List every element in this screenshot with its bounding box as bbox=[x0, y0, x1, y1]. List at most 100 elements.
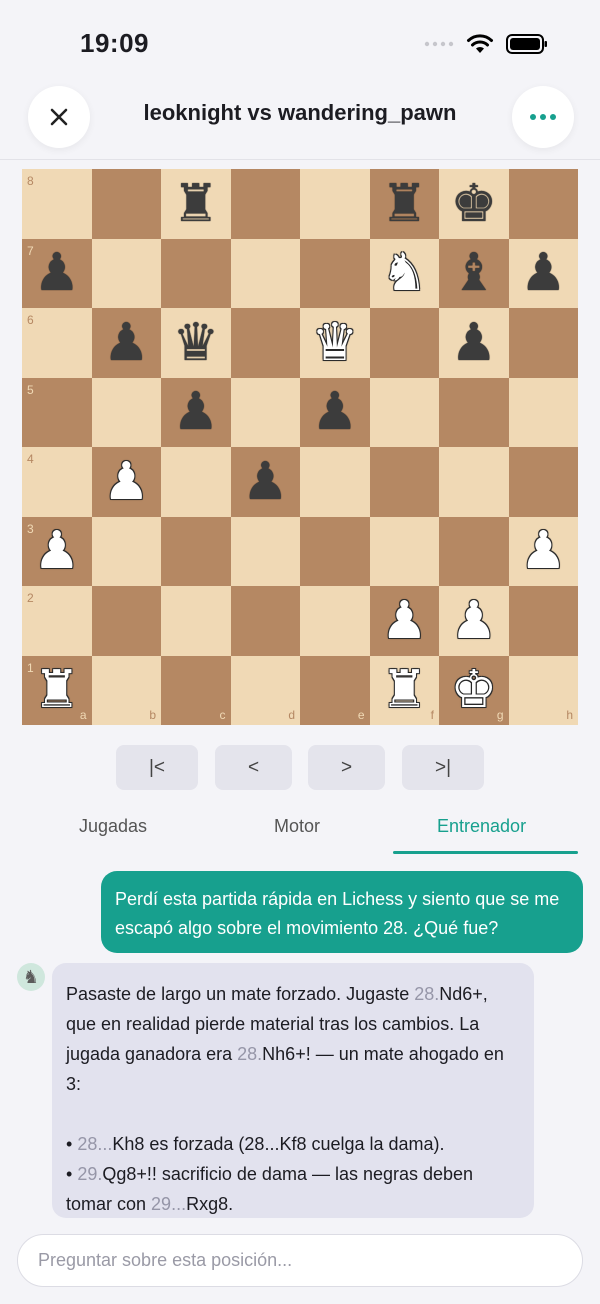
square-c5[interactable]: ♟ bbox=[161, 377, 231, 447]
square-c8[interactable]: ♜ bbox=[161, 169, 231, 239]
square-f5[interactable] bbox=[369, 377, 439, 447]
square-a3[interactable]: 3 ♟ bbox=[22, 516, 92, 586]
square-b6[interactable]: ♟ bbox=[91, 308, 161, 378]
square-a6[interactable]: 6 bbox=[22, 308, 92, 378]
square-b3[interactable] bbox=[91, 516, 161, 586]
square-d3[interactable] bbox=[230, 516, 300, 586]
square-h6[interactable] bbox=[508, 308, 578, 378]
square-e7[interactable] bbox=[300, 238, 370, 308]
square-d1[interactable]: d bbox=[230, 655, 300, 725]
more-options-button[interactable] bbox=[512, 86, 574, 148]
first-move-button[interactable]: |< bbox=[116, 745, 198, 790]
square-g6[interactable]: ♟ bbox=[439, 308, 509, 378]
previous-move-button[interactable]: < bbox=[215, 745, 292, 790]
square-e1[interactable]: e bbox=[300, 655, 370, 725]
last-move-button[interactable]: >| bbox=[402, 745, 484, 790]
square-h1[interactable]: h bbox=[508, 655, 578, 725]
square-g4[interactable] bbox=[439, 447, 509, 517]
square-h8[interactable] bbox=[508, 169, 578, 239]
black-rook-icon[interactable]: ♜ bbox=[381, 178, 428, 230]
ask-position-input[interactable] bbox=[17, 1234, 583, 1287]
square-d4[interactable]: ♟ bbox=[230, 447, 300, 517]
white-rook-icon[interactable]: ♜ bbox=[33, 664, 80, 716]
black-pawn-icon[interactable]: ♟ bbox=[450, 317, 497, 369]
square-h4[interactable] bbox=[508, 447, 578, 517]
square-g3[interactable] bbox=[439, 516, 509, 586]
square-f1[interactable]: f ♜ bbox=[369, 655, 439, 725]
square-e4[interactable] bbox=[300, 447, 370, 517]
square-b2[interactable] bbox=[91, 586, 161, 656]
square-a7[interactable]: 7 ♟ bbox=[22, 238, 92, 308]
square-e3[interactable] bbox=[300, 516, 370, 586]
square-g5[interactable] bbox=[439, 377, 509, 447]
square-g2[interactable]: ♟ bbox=[439, 586, 509, 656]
next-move-button[interactable]: > bbox=[308, 745, 385, 790]
black-pawn-icon[interactable]: ♟ bbox=[103, 317, 150, 369]
square-b8[interactable] bbox=[91, 169, 161, 239]
square-f8[interactable]: ♜ bbox=[369, 169, 439, 239]
rank-label: 2 bbox=[27, 591, 34, 605]
square-b4[interactable]: ♟ bbox=[91, 447, 161, 517]
square-c2[interactable] bbox=[161, 586, 231, 656]
square-a5[interactable]: 5 bbox=[22, 377, 92, 447]
black-pawn-icon[interactable]: ♟ bbox=[33, 247, 80, 299]
white-pawn-icon[interactable]: ♟ bbox=[520, 525, 567, 577]
tab-motor[interactable]: Motor bbox=[274, 816, 320, 837]
square-c4[interactable] bbox=[161, 447, 231, 517]
square-c1[interactable]: c bbox=[161, 655, 231, 725]
white-king-icon[interactable]: ♚ bbox=[450, 664, 497, 716]
square-f6[interactable] bbox=[369, 308, 439, 378]
square-h7[interactable]: ♟ bbox=[508, 238, 578, 308]
black-king-icon[interactable]: ♚ bbox=[450, 178, 497, 230]
status-bar: 19:09 bbox=[0, 0, 600, 80]
square-b5[interactable] bbox=[91, 377, 161, 447]
square-d6[interactable] bbox=[230, 308, 300, 378]
square-a2[interactable]: 2 bbox=[22, 586, 92, 656]
white-rook-icon[interactable]: ♜ bbox=[381, 664, 428, 716]
square-a4[interactable]: 4 bbox=[22, 447, 92, 517]
black-pawn-icon[interactable]: ♟ bbox=[520, 247, 567, 299]
white-queen-icon[interactable]: ♛ bbox=[311, 317, 358, 369]
square-d7[interactable] bbox=[230, 238, 300, 308]
square-a8[interactable]: 8 bbox=[22, 169, 92, 239]
square-c7[interactable] bbox=[161, 238, 231, 308]
square-g7[interactable]: ♝ bbox=[439, 238, 509, 308]
square-d8[interactable] bbox=[230, 169, 300, 239]
square-e2[interactable] bbox=[300, 586, 370, 656]
white-pawn-icon[interactable]: ♟ bbox=[33, 525, 80, 577]
square-f4[interactable] bbox=[369, 447, 439, 517]
black-rook-icon[interactable]: ♜ bbox=[172, 178, 219, 230]
square-h5[interactable] bbox=[508, 377, 578, 447]
square-d5[interactable] bbox=[230, 377, 300, 447]
white-pawn-icon[interactable]: ♟ bbox=[450, 595, 497, 647]
square-e6[interactable]: ♛ bbox=[300, 308, 370, 378]
square-g1[interactable]: g ♚ bbox=[439, 655, 509, 725]
chess-board[interactable]: 8 ♜ ♜ ♚ 7 ♟ ♞ ♝ ♟ 6 ♟ ♛ ♛ ♟ 5 ♟ ♟ 4 ♟ ♟ 3 ♟ ♟ 2 ♟ ♟ 1 a ♜ b c d e f ♜ g ♚ h bbox=[22, 169, 578, 725]
square-c6[interactable]: ♛ bbox=[161, 308, 231, 378]
white-pawn-icon[interactable]: ♟ bbox=[381, 595, 428, 647]
square-c3[interactable] bbox=[161, 516, 231, 586]
black-queen-icon[interactable]: ♛ bbox=[172, 317, 219, 369]
file-label: f bbox=[430, 708, 434, 722]
square-e5[interactable]: ♟ bbox=[300, 377, 370, 447]
square-h3[interactable]: ♟ bbox=[508, 516, 578, 586]
square-a1[interactable]: 1 a ♜ bbox=[22, 655, 92, 725]
black-bishop-icon[interactable]: ♝ bbox=[450, 247, 497, 299]
square-f3[interactable] bbox=[369, 516, 439, 586]
square-f2[interactable]: ♟ bbox=[369, 586, 439, 656]
square-f7[interactable]: ♞ bbox=[369, 238, 439, 308]
white-pawn-icon[interactable]: ♟ bbox=[103, 456, 150, 508]
black-pawn-icon[interactable]: ♟ bbox=[242, 456, 289, 508]
square-d2[interactable] bbox=[230, 586, 300, 656]
black-pawn-icon[interactable]: ♟ bbox=[172, 386, 219, 438]
tab-entrenador[interactable]: Entrenador bbox=[437, 816, 526, 837]
move-notation: Nd6+ bbox=[439, 984, 483, 1004]
black-pawn-icon[interactable]: ♟ bbox=[311, 386, 358, 438]
square-b7[interactable] bbox=[91, 238, 161, 308]
square-b1[interactable]: b bbox=[91, 655, 161, 725]
white-knight-icon[interactable]: ♞ bbox=[381, 247, 428, 299]
square-h2[interactable] bbox=[508, 586, 578, 656]
square-e8[interactable] bbox=[300, 169, 370, 239]
square-g8[interactable]: ♚ bbox=[439, 169, 509, 239]
tab-jugadas[interactable]: Jugadas bbox=[79, 816, 147, 837]
